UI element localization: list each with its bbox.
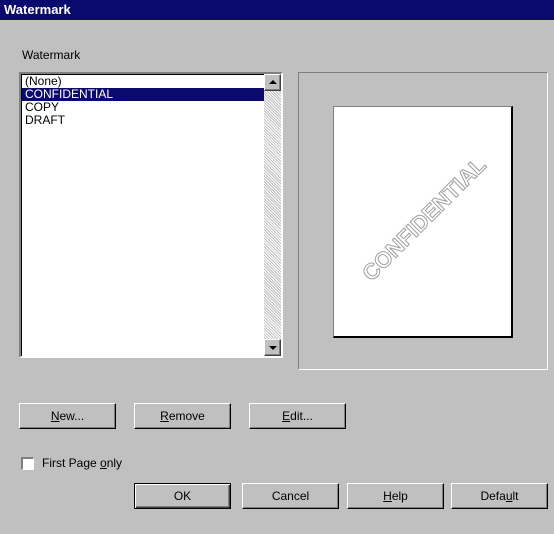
watermark-group-label: Watermark (22, 48, 81, 62)
first-page-only-checkbox[interactable] (21, 457, 34, 470)
watermark-list: (None) CONFIDENTIAL COPY DRAFT (21, 74, 264, 356)
list-scrollbar[interactable] (264, 74, 281, 356)
preview-page: CONFIDENTIAL (333, 106, 513, 338)
watermark-listbox[interactable]: (None) CONFIDENTIAL COPY DRAFT (19, 72, 283, 358)
scroll-down-button[interactable] (264, 339, 281, 356)
title-bar[interactable]: Watermark (0, 0, 554, 20)
ok-button[interactable]: OK (134, 483, 231, 509)
window-title: Watermark (4, 2, 71, 17)
edit-button[interactable]: Edit... (249, 403, 346, 429)
help-button[interactable]: Help (347, 483, 444, 509)
watermark-text: CONFIDENTIAL (357, 152, 490, 285)
scroll-up-button[interactable] (264, 74, 281, 91)
arrow-down-icon (269, 346, 277, 350)
watermark-preview: CONFIDENTIAL (357, 152, 491, 286)
arrow-up-icon (269, 80, 277, 84)
remove-button[interactable]: Remove (134, 403, 231, 429)
cancel-button[interactable]: Cancel (242, 483, 339, 509)
first-page-only-label: First Page only (42, 456, 123, 470)
default-button[interactable]: Default (451, 483, 548, 509)
list-item-draft[interactable]: DRAFT (22, 114, 264, 127)
new-button[interactable]: New... (19, 403, 116, 429)
